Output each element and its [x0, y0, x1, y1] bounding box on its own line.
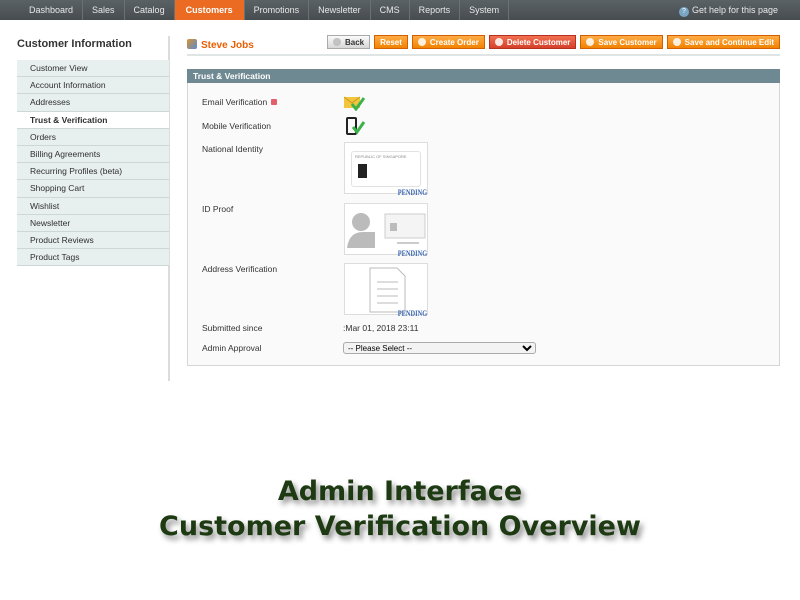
save-continue-label: Save and Continue Edit [684, 38, 774, 47]
sidebar-item-wishlist[interactable]: Wishlist [17, 197, 169, 215]
back-label: Back [344, 38, 365, 47]
sidebar-item-customer-view[interactable]: Customer View [17, 60, 169, 78]
help-label: Get help for this page [691, 5, 778, 15]
national-identity-thumbnail[interactable]: REPUBLIC OF SINGAPORE PENDING [344, 142, 428, 197]
sidebar-item-product-tags[interactable]: Product Tags [17, 249, 169, 267]
nav-newsletter[interactable]: Newsletter [309, 0, 371, 20]
nav-promotions[interactable]: Promotions [245, 0, 310, 20]
national-identity-label: National Identity [202, 144, 263, 154]
delete-customer-button[interactable]: Delete Customer [488, 35, 577, 49]
id-proof-label: ID Proof [202, 204, 234, 214]
nav-sales[interactable]: Sales [83, 0, 125, 20]
sidebar-title: Customer Information [17, 38, 132, 50]
nav-customers[interactable]: Customers [174, 0, 245, 20]
sidebar-item-account-information[interactable]: Account Information [17, 77, 169, 95]
photo-icon [358, 164, 367, 178]
nav-reports[interactable]: Reports [410, 0, 461, 20]
submitted-since-value: :Mar 01, 2018 23:11 [343, 323, 419, 333]
caption-line-2: Customer Verification Overview [159, 511, 641, 542]
caption: Admin Interface Customer Verification Ov… [0, 474, 800, 544]
sidebar-item-product-reviews[interactable]: Product Reviews [17, 231, 169, 250]
check-icon [586, 38, 595, 46]
sidebar-item-orders[interactable]: Orders [17, 128, 169, 146]
email-verified-icon [343, 96, 365, 111]
address-verification-thumbnail[interactable]: PENDING [344, 263, 428, 318]
sidebar: Customer Information Customer View Accou… [17, 36, 170, 381]
sidebar-item-recurring-profiles[interactable]: Recurring Profiles (beta) [17, 163, 169, 181]
pending-stamp: PENDING [397, 309, 428, 318]
nav-cms[interactable]: CMS [371, 0, 410, 20]
card-header-text: REPUBLIC OF SINGAPORE [355, 154, 407, 159]
sidebar-item-addresses[interactable]: Addresses [17, 94, 169, 112]
create-order-button[interactable]: Create Order [411, 35, 485, 49]
save-continue-button[interactable]: Save and Continue Edit [666, 35, 780, 49]
delete-label: Delete Customer [506, 38, 571, 47]
help-icon: ? [678, 7, 689, 17]
plus-icon [417, 38, 426, 46]
mobile-verified-icon [346, 117, 366, 135]
save-label: Save Customer [598, 38, 657, 47]
page-header: Steve Jobs Back Reset Create Order Delet… [187, 35, 780, 53]
pending-stamp: PENDING [397, 188, 428, 197]
id-proof-thumbnail[interactable]: PENDING [344, 203, 428, 258]
pending-stamp: PENDING [397, 249, 428, 258]
divider [187, 54, 780, 56]
admin-approval-select[interactable]: -- Please Select -- [343, 342, 536, 354]
nav-dashboard[interactable]: Dashboard [20, 0, 84, 20]
check-icon [672, 38, 681, 46]
address-verification-label: Address Verification [202, 264, 278, 274]
save-customer-button[interactable]: Save Customer [580, 35, 663, 49]
nav-system[interactable]: System [460, 0, 510, 20]
help-link[interactable]: ? Get help for this page [678, 0, 778, 20]
admin-approval-label: Admin Approval [202, 343, 262, 353]
panel-title: Trust & Verification [187, 69, 780, 83]
submitted-since-label: Submitted since [202, 323, 263, 333]
delete-icon [494, 38, 503, 46]
sidebar-item-trust-verification[interactable]: Trust & Verification [17, 111, 169, 129]
lock-icon [271, 99, 278, 105]
sidebar-item-newsletter[interactable]: Newsletter [17, 214, 169, 232]
caption-line-1: Admin Interface [277, 476, 523, 507]
page-title: Steve Jobs [187, 39, 254, 51]
back-icon [332, 38, 341, 46]
nav-catalog[interactable]: Catalog [125, 0, 175, 20]
reset-button[interactable]: Reset [374, 35, 408, 49]
customer-name: Steve Jobs [201, 40, 254, 51]
sidebar-item-shopping-cart[interactable]: Shopping Cart [17, 180, 169, 198]
verification-panel: Email Verification Mobile Verification N… [187, 83, 780, 366]
mobile-verification-label: Mobile Verification [202, 121, 271, 131]
create-order-label: Create Order [429, 38, 479, 47]
sidebar-item-billing-agreements[interactable]: Billing Agreements [17, 145, 169, 164]
back-button[interactable]: Back [326, 35, 371, 49]
email-verification-label: Email Verification [202, 97, 278, 107]
customer-icon [187, 39, 197, 49]
